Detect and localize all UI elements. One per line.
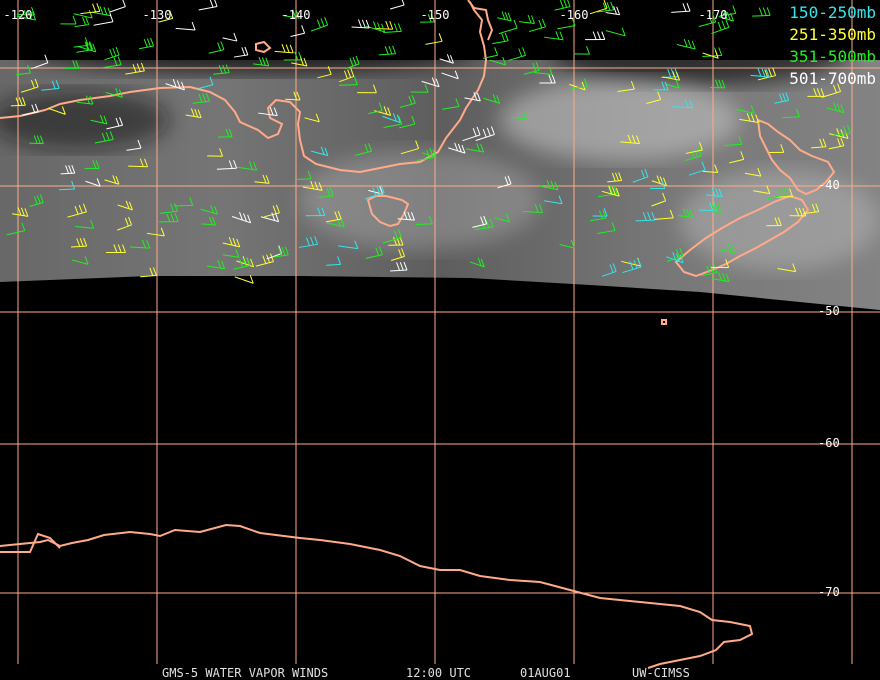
- wind-barb: [752, 7, 771, 17]
- legend-item-251-350mb: 251-350mb: [789, 25, 876, 44]
- image-caption-bar: GMS-5 WATER VAPOR WINDS 12:00 UTC 01AUG0…: [0, 664, 880, 680]
- satellite-wind-map: -120 -130 -140 -150 -160 -170 -40 -50 -6…: [0, 0, 880, 680]
- observation-time: 12:00 UTC: [406, 666, 472, 680]
- observation-date: 01AUG01: [520, 666, 571, 680]
- longitude-label: -170: [698, 8, 728, 22]
- wind-barb: [518, 14, 535, 25]
- wind-barb: [497, 11, 512, 22]
- latitude-label: -70: [818, 585, 840, 599]
- product-name: GMS-5 WATER VAPOR WINDS: [162, 666, 329, 680]
- wind-barb: [529, 18, 546, 32]
- wind-barb: [198, 0, 218, 11]
- longitude-label: -140: [281, 8, 311, 22]
- wind-barb: [234, 275, 254, 284]
- legend-item-150-250mb: 150-250mb: [789, 3, 876, 22]
- latitude-label: -60: [818, 436, 840, 450]
- latitude-label: -40: [818, 178, 840, 192]
- longitude-label: -150: [420, 8, 450, 22]
- wind-barb: [390, 0, 405, 10]
- longitude-label: -130: [142, 8, 172, 22]
- map-canvas: [0, 0, 880, 669]
- longitude-label: -120: [3, 8, 33, 22]
- new-zealand-small-island: [661, 319, 667, 325]
- wind-barb: [498, 19, 518, 35]
- wind-barb: [109, 0, 126, 13]
- wind-barb: [508, 47, 527, 61]
- wind-barb: [74, 16, 90, 28]
- wind-barb: [80, 3, 101, 15]
- legend-item-501-700mb: 501-700mb: [789, 69, 876, 88]
- wind-barb: [60, 15, 77, 25]
- wind-barb: [671, 2, 691, 13]
- data-source: UW-CIMSS: [632, 666, 690, 680]
- longitude-label: -160: [559, 8, 589, 22]
- latitude-label: -50: [818, 304, 840, 318]
- wind-barb: [492, 32, 509, 45]
- wind-barb: [73, 9, 93, 19]
- antarctica-coastline: [0, 523, 754, 669]
- legend-item-351-500mb: 351-500mb: [789, 47, 876, 66]
- pressure-level-legend: 150-250mb 251-350mb 351-500mb 501-700mb: [789, 2, 876, 90]
